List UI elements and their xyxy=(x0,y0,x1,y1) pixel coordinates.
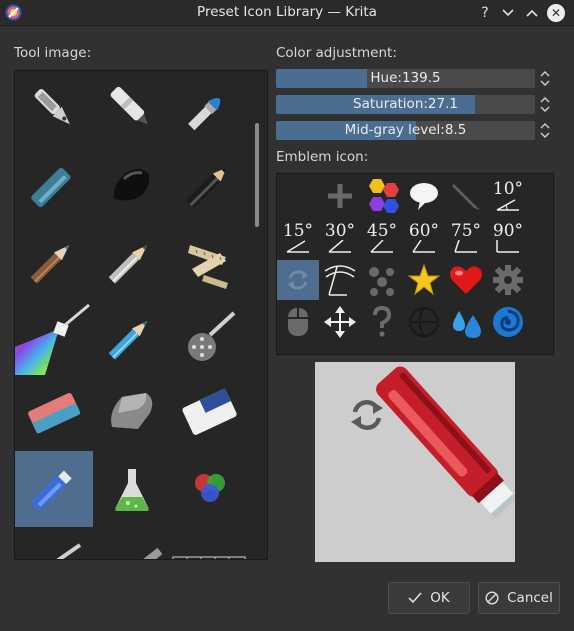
tool-eraser-pen-blue-icon[interactable] xyxy=(15,451,93,527)
ok-button-label: OK xyxy=(430,590,450,606)
tool-brush-blue-icon[interactable] xyxy=(171,71,249,147)
scrollbar-thumb[interactable] xyxy=(255,123,259,227)
tool-marker-white-icon[interactable] xyxy=(93,71,171,147)
emblem-angle-45-icon[interactable]: 45° xyxy=(361,218,403,258)
emblem-molecule-icon[interactable] xyxy=(361,260,403,300)
angle-30-label: 30° xyxy=(324,220,356,241)
emblem-question-icon[interactable] xyxy=(361,302,403,342)
emblem-move-arrows-icon[interactable] xyxy=(319,302,361,342)
hue-spin-icon[interactable] xyxy=(538,69,552,88)
tool-pencil-blue-icon[interactable] xyxy=(93,299,171,375)
emblem-angle-15-icon[interactable]: 15° xyxy=(277,218,319,258)
tool-pencil-grey-icon[interactable] xyxy=(93,223,171,299)
emblem-mouse-icon[interactable] xyxy=(277,302,319,342)
mid-gray-level-spin-icon[interactable] xyxy=(538,121,552,140)
angle-60-label: 60° xyxy=(408,220,440,241)
tool-flask-green-icon[interactable] xyxy=(93,451,171,527)
angle-15-label: 15° xyxy=(282,220,314,241)
emblem-water-drops-icon[interactable] xyxy=(445,302,487,342)
emblem-angle-75-icon[interactable]: 75° xyxy=(445,218,487,258)
emblem-gear-icon[interactable] xyxy=(487,260,529,300)
cancel-button-label: Cancel xyxy=(507,590,553,606)
cancel-icon xyxy=(485,591,499,605)
emblem-swirl-icon[interactable] xyxy=(487,302,529,342)
emblem-perspective-icon[interactable] xyxy=(319,260,361,300)
emblem-angle-30-icon[interactable]: 30° xyxy=(319,218,361,258)
tool-pencil-black-icon[interactable] xyxy=(171,147,249,223)
chevron-down-icon xyxy=(502,9,514,17)
tool-image-label: Tool image: xyxy=(14,45,92,61)
emblem-icon-grid[interactable]: 10° 15° 30° 45° 60° 75° 90° xyxy=(276,173,554,355)
hue-slider[interactable]: Hue:139.5 xyxy=(276,69,535,88)
tool-image-scrollbar[interactable] xyxy=(251,71,265,559)
ok-button[interactable]: OK xyxy=(388,582,470,614)
mid-gray-level-slider[interactable]: Mid-gray level:8.5 xyxy=(276,121,535,140)
preview-image xyxy=(351,366,518,519)
tool-partial-grid-icon[interactable] xyxy=(171,527,249,559)
tool-airbrush-pen-icon[interactable] xyxy=(171,299,249,375)
emblem-rotate-arrows-icon[interactable] xyxy=(277,260,319,300)
maximize-button[interactable] xyxy=(521,2,543,24)
emblem-angle-10-icon[interactable]: 10° xyxy=(487,176,529,216)
tool-eraser-grey-icon[interactable] xyxy=(93,375,171,451)
tool-tape-measure-icon[interactable] xyxy=(171,223,249,299)
angle-75-label: 75° xyxy=(450,220,482,241)
help-button[interactable]: ? xyxy=(474,2,496,24)
hue-slider-text: Hue:139.5 xyxy=(370,70,441,86)
close-button[interactable]: ✕ xyxy=(547,4,565,22)
emblem-pencil-icon[interactable] xyxy=(445,176,487,216)
title-bar: Preset Icon Library — Krita ? ✕ xyxy=(0,0,574,26)
tool-eraser-pink-icon[interactable] xyxy=(15,375,93,451)
angle-90-label: 90° xyxy=(492,220,524,241)
chevron-up-icon xyxy=(526,9,538,17)
tool-partial-brush-icon[interactable] xyxy=(93,527,171,559)
saturation-slider[interactable]: Saturation:27.1 xyxy=(276,95,535,114)
emblem-angle-90-icon[interactable]: 90° xyxy=(487,218,529,258)
saturation-spin-icon[interactable] xyxy=(538,95,552,114)
saturation-slider-text: Saturation:27.1 xyxy=(353,96,458,112)
emblem-heart-icon[interactable] xyxy=(445,260,487,300)
angle-10-label: 10° xyxy=(492,178,524,199)
emblem-hexagons-icon[interactable] xyxy=(361,176,403,216)
mid-gray-level-slider-text: Mid-gray level:8.5 xyxy=(344,122,467,138)
tool-eraser-white-icon[interactable] xyxy=(171,375,249,451)
tool-marker-teal-icon[interactable] xyxy=(15,147,93,223)
tool-ink-pen-icon[interactable] xyxy=(15,71,93,147)
emblem-star-icon[interactable] xyxy=(403,260,445,300)
minimize-button[interactable] xyxy=(497,2,519,24)
tool-pen-prism-icon[interactable] xyxy=(15,299,93,375)
tool-brush-brown-icon[interactable] xyxy=(15,223,93,299)
cancel-button[interactable]: Cancel xyxy=(478,582,560,614)
tool-rgb-circles-icon[interactable] xyxy=(171,451,249,527)
emblem-plus-icon[interactable] xyxy=(319,176,361,216)
emblem-icon-label: Emblem icon: xyxy=(276,149,369,165)
color-adjustment-label: Color adjustment: xyxy=(276,45,397,61)
emblem-speech-bubble-icon[interactable] xyxy=(403,176,445,216)
emblem-angle-60-icon[interactable]: 60° xyxy=(403,218,445,258)
tool-image-list[interactable] xyxy=(14,70,268,560)
icon-preview xyxy=(315,362,518,562)
angle-45-label: 45° xyxy=(366,220,398,241)
tool-blob-black-icon[interactable] xyxy=(93,147,171,223)
tool-partial-pen-icon[interactable] xyxy=(15,527,93,559)
check-icon xyxy=(408,592,422,604)
emblem-crosshair-icon[interactable] xyxy=(403,302,445,342)
